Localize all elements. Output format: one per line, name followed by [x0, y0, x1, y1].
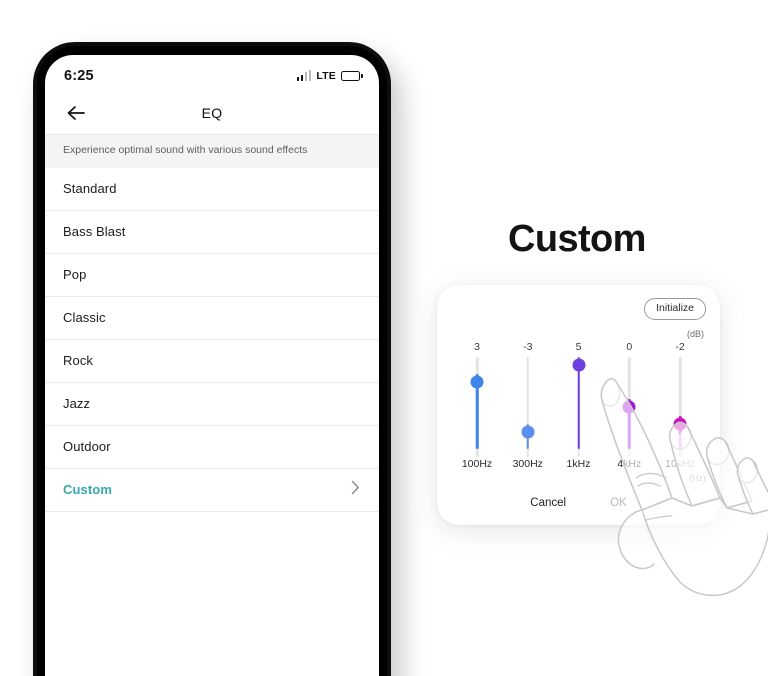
eq-preset-row[interactable]: Outdoor [45, 426, 379, 469]
eq-slider-group: 3 100Hz -3 300Hz 5 1kHz 0 4kHz -2 10kHz [453, 340, 704, 470]
eq-slider-value: -3 [523, 341, 533, 353]
db-unit-label: (dB) [686, 329, 704, 339]
eq-slider-thumb[interactable] [521, 425, 535, 439]
eq-preset-row[interactable]: Classic [45, 297, 379, 340]
eq-slider-thumb[interactable] [673, 417, 687, 431]
eq-preset-label: Jazz [63, 396, 91, 412]
signal-bars-icon [296, 70, 312, 81]
eq-slider[interactable]: 5 1kHz [555, 340, 603, 470]
eq-preset-row[interactable]: Bass Blast [45, 211, 379, 254]
status-indicators: LTE [296, 70, 363, 82]
eq-slider[interactable]: -3 300Hz [504, 340, 552, 470]
eq-slider-freq-label: 1kHz [566, 458, 591, 470]
eq-slider-value: 5 [575, 341, 582, 353]
eq-preset-row[interactable]: Jazz [45, 383, 379, 426]
eq-slider-thumb[interactable] [622, 400, 636, 414]
phone-mockup: 6:25 LTE EQ Experience optimal sound wit… [33, 42, 391, 676]
eq-slider-track-wrap[interactable] [656, 357, 704, 457]
eq-preset-label: Classic [63, 310, 106, 326]
eq-slider[interactable]: 0 4kHz [605, 340, 653, 470]
eq-slider-freq-label: 4kHz [617, 458, 642, 470]
custom-eq-dialog: Initialize (dB) 3 100Hz -3 300Hz 5 1kHz 0 4kHz -… [437, 285, 720, 525]
eq-preset-row[interactable]: Rock [45, 340, 379, 383]
eq-slider[interactable]: -2 10kHz [656, 340, 704, 470]
eq-slider-value: 3 [474, 341, 480, 353]
eq-slider[interactable]: 3 100Hz [453, 340, 501, 470]
dialog-actions: Cancel OK [437, 497, 720, 509]
eq-preset-row[interactable]: Standard [45, 168, 379, 211]
eq-preset-row[interactable]: Custom [45, 469, 379, 512]
status-clock: 6:25 [64, 68, 94, 84]
custom-heading: Custom [508, 218, 646, 260]
screenshot-root: 6:25 LTE EQ Experience optimal sound wit… [0, 0, 768, 676]
description-strip: Experience optimal sound with various so… [45, 135, 379, 168]
hz-unit-label: (Hz) [689, 473, 706, 483]
eq-slider-freq-label: 100Hz [461, 458, 493, 470]
eq-preset-label: Rock [63, 353, 94, 369]
eq-slider-freq-label: 10kHz [665, 458, 695, 470]
battery-icon [341, 70, 363, 82]
back-arrow-icon[interactable] [61, 98, 91, 128]
eq-slider-track-wrap[interactable] [453, 357, 501, 457]
phone-screen: 6:25 LTE EQ Experience optimal sound wit… [45, 55, 379, 676]
network-label: LTE [316, 70, 336, 82]
status-bar: 6:25 LTE [45, 55, 379, 91]
eq-slider-track-wrap[interactable] [504, 357, 552, 457]
eq-preset-label: Custom [63, 482, 112, 498]
eq-slider-track-wrap[interactable] [555, 357, 603, 457]
eq-preset-row[interactable]: Pop [45, 254, 379, 297]
eq-slider-track-wrap[interactable] [605, 357, 653, 457]
eq-preset-label: Outdoor [63, 439, 111, 455]
eq-slider-value: -2 [675, 341, 685, 353]
eq-slider-value: 0 [626, 341, 633, 353]
app-bar: EQ [45, 91, 379, 135]
eq-preset-list: Standard Bass Blast Pop Classic Rock Jazz Outd… [45, 167, 379, 512]
cancel-button[interactable]: Cancel [530, 497, 566, 509]
page-title: EQ [201, 104, 223, 121]
eq-slider-freq-label: 300Hz [512, 458, 543, 470]
eq-preset-label: Bass Blast [63, 224, 126, 240]
chevron-right-icon[interactable] [351, 480, 360, 500]
eq-preset-label: Pop [63, 267, 87, 283]
eq-slider-thumb[interactable] [470, 375, 484, 389]
initialize-button[interactable]: Initialize [644, 298, 706, 320]
eq-preset-label: Standard [63, 181, 117, 197]
eq-slider-thumb[interactable] [572, 358, 585, 372]
ok-button[interactable]: OK [610, 497, 627, 509]
